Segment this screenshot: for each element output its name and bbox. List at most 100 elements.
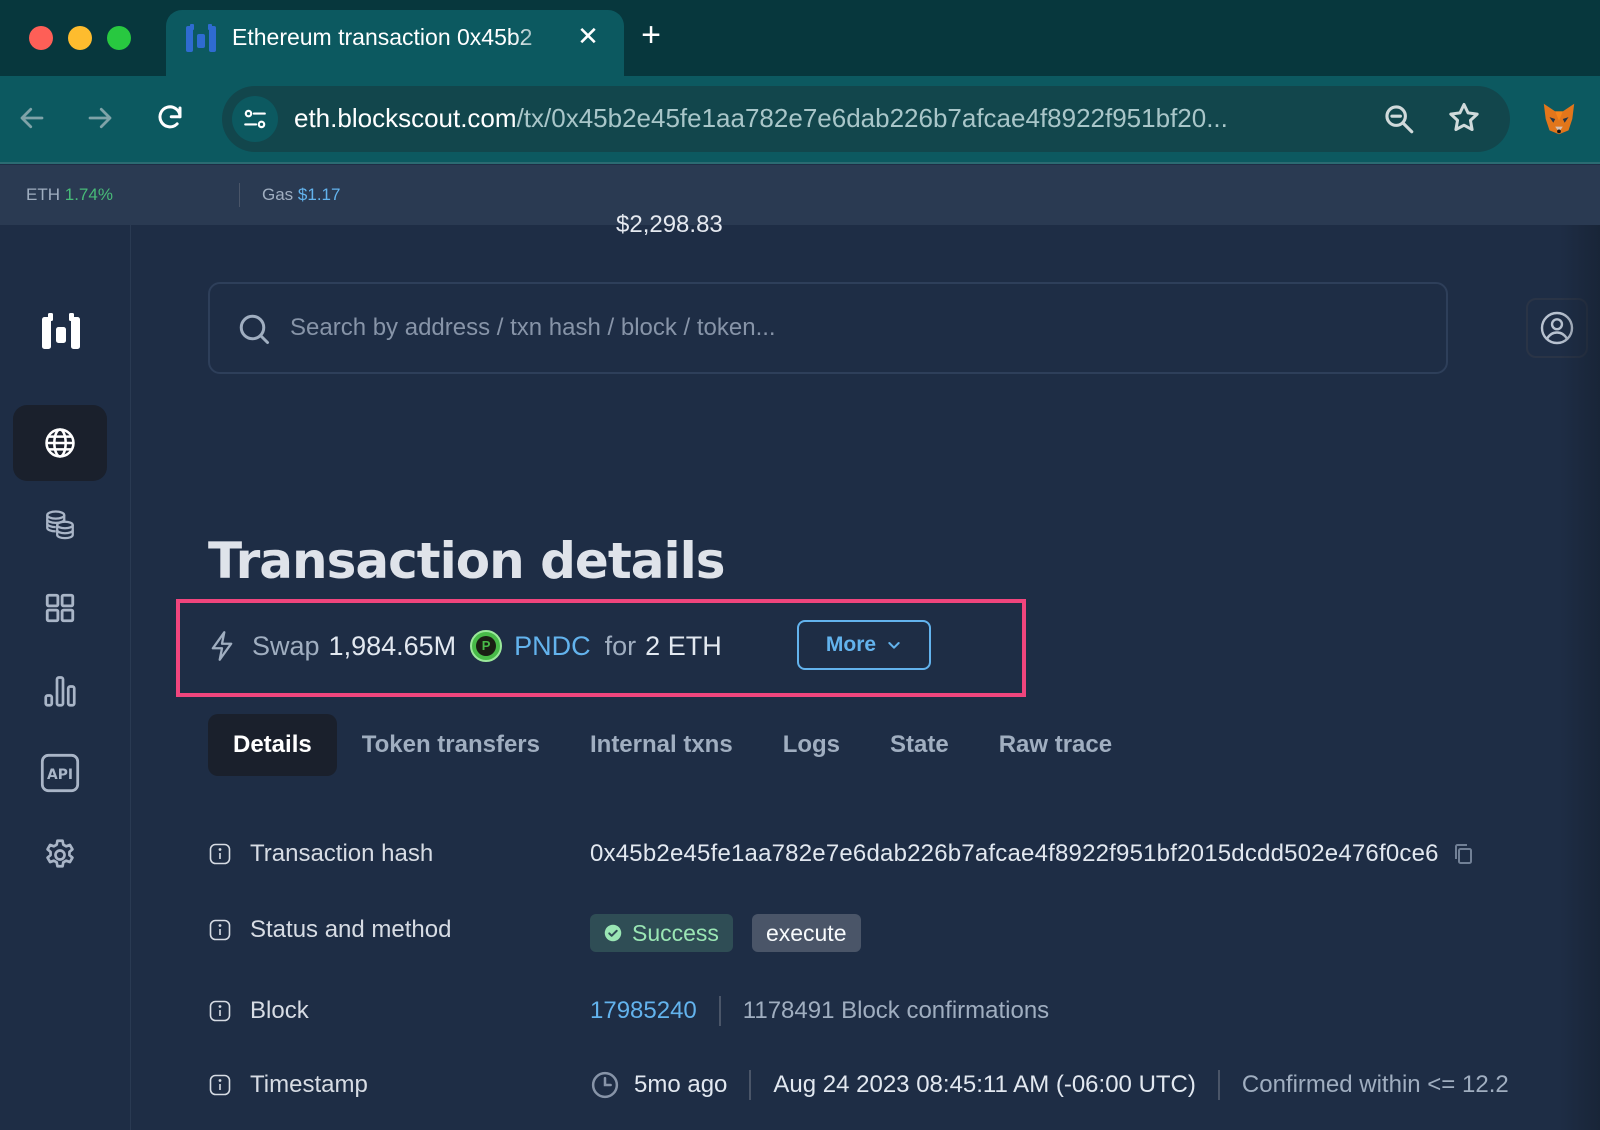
window-minimize-button[interactable] <box>68 26 92 50</box>
forward-button[interactable] <box>80 98 120 138</box>
window-maximize-button[interactable] <box>107 26 131 50</box>
new-tab-button[interactable]: + <box>636 18 666 52</box>
svg-text:API: API <box>47 767 73 783</box>
bookmark-star-icon[interactable] <box>1446 100 1482 136</box>
status-text: Success <box>632 919 719 946</box>
tx-tabs: Details Token transfers Internal txns Lo… <box>208 714 1137 776</box>
tx-hash-value: 0x45b2e45fe1aa782e7e6dab226b7afcae4f8922… <box>590 840 1439 867</box>
clock-icon <box>591 1071 619 1099</box>
bar-chart-icon <box>44 676 76 707</box>
arrow-left-icon <box>20 107 44 129</box>
blockscout-favicon-icon <box>186 24 216 52</box>
coins-icon <box>46 510 74 540</box>
status-label: Status and method <box>250 916 452 943</box>
url-host: eth.blockscout.com <box>294 103 517 133</box>
status-value-wrap: Success execute <box>590 913 861 953</box>
summary-connector: for <box>604 630 637 661</box>
copy-icon[interactable] <box>1451 842 1475 866</box>
eth-label: ETH <box>26 185 60 204</box>
separator <box>718 996 721 1026</box>
address-bar[interactable]: eth.blockscout.com/tx/0x45b2e45fe1aa782e… <box>222 86 1510 152</box>
profile-button[interactable] <box>1526 298 1588 358</box>
zoom-out-icon[interactable] <box>1382 102 1416 136</box>
arrow-right-icon <box>88 107 112 129</box>
gas-price: $1.17 <box>297 185 341 204</box>
url-path: /tx/0x45b2e45fe1aa782e7e6dab226b7afcae4f… <box>516 103 1228 133</box>
info-icon[interactable] <box>208 918 232 942</box>
search-input[interactable] <box>290 302 1410 354</box>
stats-divider <box>239 183 240 207</box>
window-close-button[interactable] <box>29 26 53 50</box>
chevron-down-icon <box>888 642 900 649</box>
detail-row-block: Block <box>208 991 309 1031</box>
timestamp-absolute: Aug 24 2023 08:45:11 AM (-06:00 UTC) <box>773 1071 1196 1098</box>
gas-label: Gas <box>262 185 294 204</box>
eth-price: $2,298.83 <box>616 211 723 238</box>
sidebar-item-blockchain[interactable] <box>13 405 107 481</box>
info-icon[interactable] <box>208 1073 232 1097</box>
detail-row-status: Status and method <box>208 910 451 950</box>
page-title: Transaction details <box>208 532 726 590</box>
tx-summary: Swap 1,984.65M P PNDC for 2 ETH <box>208 622 736 670</box>
more-button[interactable]: More <box>797 620 931 670</box>
globe-icon <box>45 428 75 458</box>
timestamp-label: Timestamp <box>250 1071 368 1098</box>
browser-tabstrip: Ethereum transaction 0x45b2 ✕ + <box>0 0 1600 76</box>
summary-amount: 1,984.65M <box>328 630 457 661</box>
detail-row-timestamp: Timestamp <box>208 1065 368 1105</box>
block-label: Block <box>250 997 309 1024</box>
browser-tab-active[interactable]: Ethereum transaction 0x45b2 ✕ <box>166 10 624 76</box>
reload-icon <box>158 105 182 129</box>
api-icon: API <box>40 753 80 793</box>
sidebar-item-tokens[interactable] <box>13 487 107 563</box>
site-info-button[interactable] <box>232 96 278 142</box>
token-icon-letter: P <box>476 636 497 656</box>
tab-logs[interactable]: Logs <box>758 714 865 776</box>
tab-internal-txns[interactable]: Internal txns <box>565 714 758 776</box>
info-icon[interactable] <box>208 999 232 1023</box>
sidebar-item-apps[interactable] <box>13 570 107 646</box>
user-circle-icon <box>1540 311 1574 345</box>
back-button[interactable] <box>12 98 52 138</box>
browser-toolbar: eth.blockscout.com/tx/0x45b2e45fe1aa782e… <box>0 76 1600 164</box>
url-text[interactable]: eth.blockscout.com/tx/0x45b2e45fe1aa782e… <box>294 103 1354 134</box>
tab-state[interactable]: State <box>865 714 974 776</box>
block-value-wrap: 17985240 1178491 Block confirmations <box>590 991 1049 1031</box>
block-number-link[interactable]: 17985240 <box>590 997 697 1025</box>
check-circle-icon <box>604 924 622 942</box>
tab-details[interactable]: Details <box>208 714 337 776</box>
block-confirmations: 1178491 Block confirmations <box>742 997 1050 1024</box>
pndc-token-icon: P <box>470 630 503 662</box>
reload-button[interactable] <box>150 98 190 138</box>
detail-row-hash: Transaction hash <box>208 834 433 874</box>
method-badge: execute <box>751 914 861 952</box>
eth-price-stat: ETH $2,298.83 1.74% <box>26 185 723 238</box>
sidebar: API <box>0 225 131 1130</box>
info-icon[interactable] <box>208 842 232 866</box>
grid-icon <box>45 593 75 623</box>
summary-to-amount: 2 ETH <box>645 630 722 661</box>
search-icon <box>239 314 269 344</box>
blockscout-logo-icon[interactable] <box>40 311 82 351</box>
timestamp-relative: 5mo ago <box>634 1071 728 1098</box>
metamask-fox-icon[interactable] <box>1540 100 1578 138</box>
eth-change: 1.74% <box>64 185 113 204</box>
gear-icon <box>46 839 74 868</box>
sidebar-item-charts-stats[interactable] <box>13 653 107 729</box>
stats-bar: ETH $2,298.83 1.74% Gas $1.17 <box>0 165 1600 238</box>
timestamp-value-wrap: 5mo ago Aug 24 2023 08:45:11 AM (-06:00 … <box>590 1065 1509 1105</box>
hash-value-wrap: 0x45b2e45fe1aa782e7e6dab226b7afcae4f8922… <box>590 834 1475 874</box>
gas-price-stat[interactable]: Gas $1.17 <box>262 185 340 205</box>
tab-close-icon[interactable]: ✕ <box>574 20 602 52</box>
scroll-shadow <box>1560 225 1600 1130</box>
token-link[interactable]: PNDC <box>514 631 591 662</box>
sidebar-item-settings[interactable] <box>13 817 107 893</box>
timestamp-confirmed: Confirmed within <= 12.2 <box>1241 1071 1509 1098</box>
tab-token-transfers[interactable]: Token transfers <box>337 714 565 776</box>
tab-raw-trace[interactable]: Raw trace <box>974 714 1137 776</box>
separator <box>1217 1070 1220 1100</box>
more-label: More <box>825 633 877 656</box>
hash-label: Transaction hash <box>250 840 434 867</box>
summary-action: Swap <box>252 630 320 661</box>
sidebar-item-api[interactable]: API <box>13 735 107 811</box>
